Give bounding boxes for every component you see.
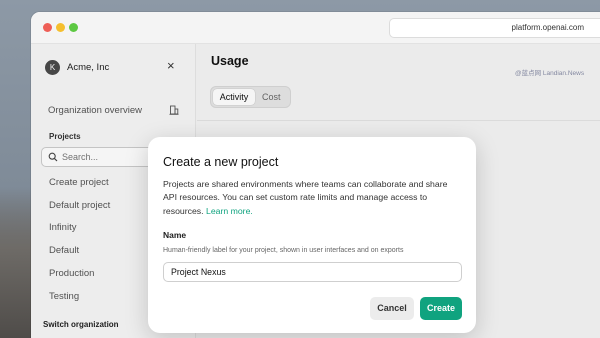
create-project-dialog: Create a new project Projects are shared… [148, 137, 476, 333]
title-bar: platform.openai.com [31, 12, 600, 44]
minimize-window-button[interactable] [56, 23, 65, 32]
close-window-button[interactable] [43, 23, 52, 32]
dialog-title: Create a new project [163, 155, 279, 169]
project-name-input[interactable] [163, 262, 462, 282]
zoom-window-button[interactable] [69, 23, 78, 32]
dialog-description: Projects are shared environments where t… [163, 178, 463, 218]
name-label: Name [163, 230, 187, 240]
create-button[interactable]: Create [420, 297, 462, 320]
address-bar[interactable]: platform.openai.com [389, 18, 600, 38]
cancel-button[interactable]: Cancel [370, 297, 414, 320]
learn-more-link[interactable]: Learn more. [206, 206, 253, 216]
name-help-text: Human-friendly label for your project, s… [163, 247, 404, 254]
desktop-background [0, 188, 34, 338]
